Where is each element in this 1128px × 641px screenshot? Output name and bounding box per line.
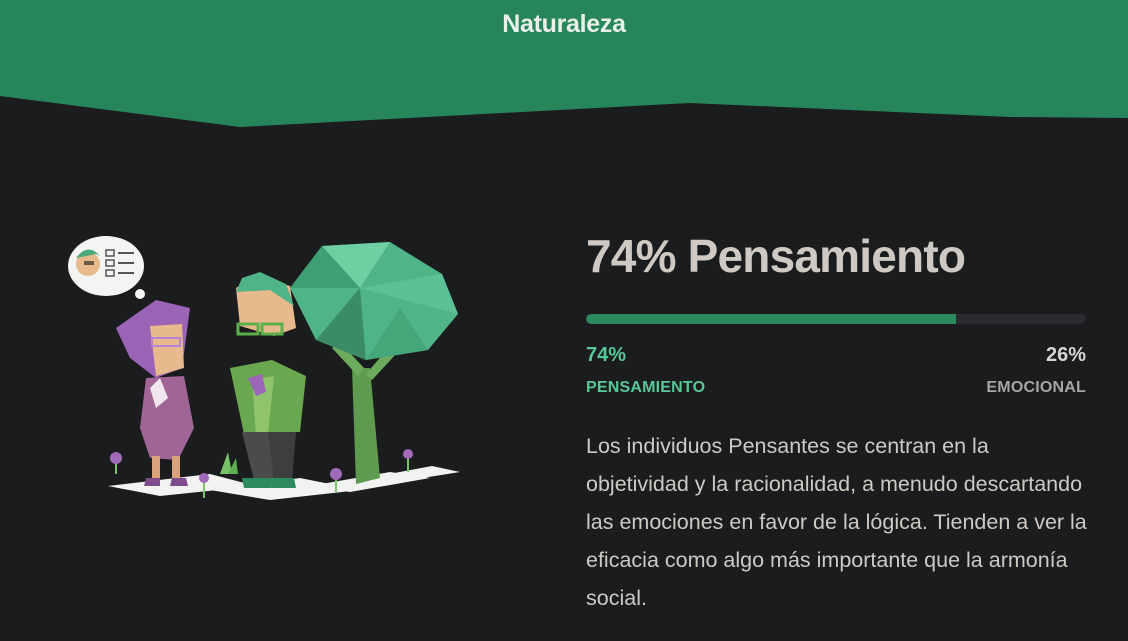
personality-illustration — [60, 228, 480, 518]
trait-progress-bar — [586, 314, 1086, 324]
left-percent: 74% — [586, 344, 627, 366]
trait-headline: 74% Pensamiento — [586, 230, 966, 282]
tree-icon — [290, 242, 458, 484]
trait-progress-fill — [586, 314, 956, 324]
trait-description: Los individuos Pensantes se centran en l… — [586, 434, 1087, 610]
trait-scale: 74% PENSAMIENTO 26% EMOCIONAL — [586, 344, 1086, 397]
scale-right: 26% EMOCIONAL — [986, 344, 1086, 397]
section-title: Naturaleza — [502, 10, 626, 38]
woman-figure — [116, 300, 194, 486]
left-label: PENSAMIENTO — [586, 379, 706, 396]
right-percent: 26% — [1045, 344, 1086, 366]
thought-bubble-icon — [68, 236, 145, 299]
right-label: EMOCIONAL — [986, 379, 1086, 396]
scale-left: 74% PENSAMIENTO — [586, 344, 705, 397]
man-figure — [230, 272, 306, 488]
trait-panel: 74% Pensamiento 74% PENSAMIENTO 26% EMOC… — [586, 226, 1087, 639]
